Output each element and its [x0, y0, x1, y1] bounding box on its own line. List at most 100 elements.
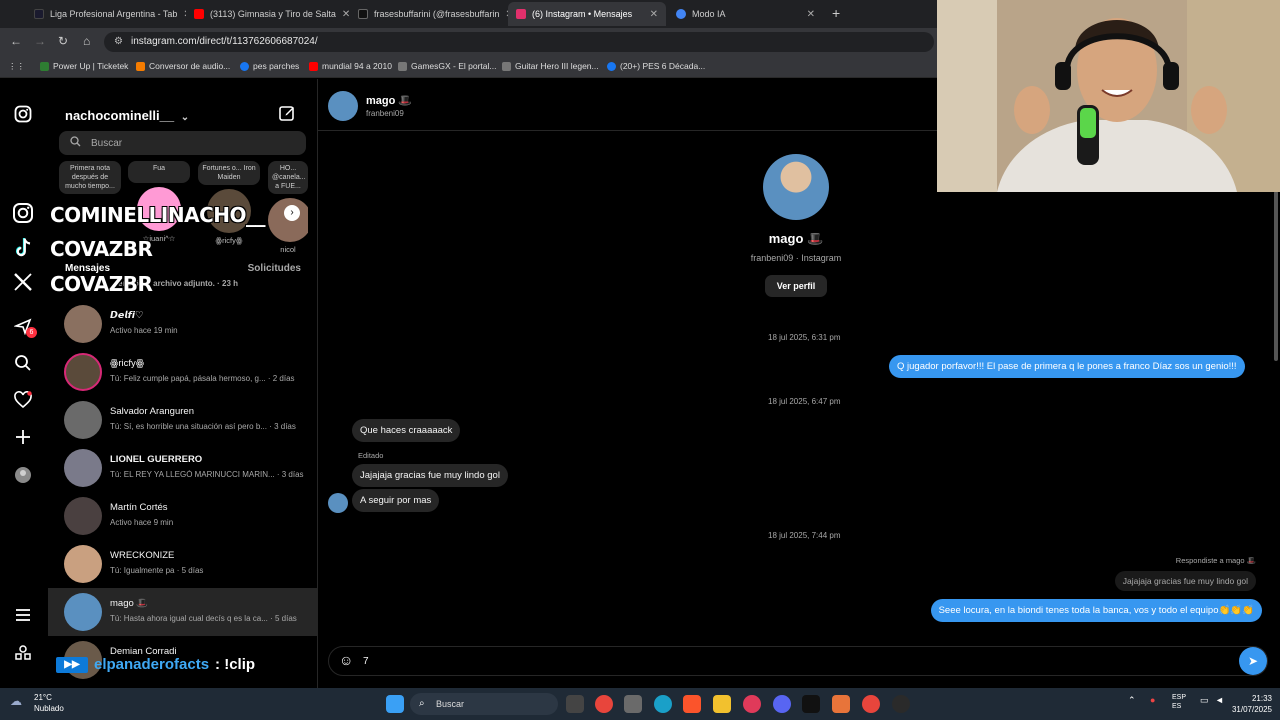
- bookmark-item[interactable]: Guitar Hero III legen...: [502, 61, 599, 71]
- heart-icon[interactable]: [14, 391, 32, 414]
- menu-icon[interactable]: [14, 606, 32, 629]
- avatar: [64, 401, 102, 439]
- weather-temp: 21°C: [34, 693, 52, 702]
- instagram-icon: [10, 202, 36, 228]
- brave-icon[interactable]: [683, 695, 701, 713]
- avatar[interactable]: [328, 91, 358, 121]
- edge-icon[interactable]: [654, 695, 672, 713]
- address-bar[interactable]: ⚙ instagram.com/direct/t/113762606687024…: [104, 32, 934, 52]
- conversation-item[interactable]: 𝘿𝙚𝙡𝙛𝙞♡ Activo hace 19 min: [48, 300, 318, 348]
- instagram-logo-icon[interactable]: [14, 105, 32, 128]
- conversation-item[interactable]: WRECKONIZE Tú: Igualmente pa · 5 días: [48, 540, 318, 588]
- conversation-item[interactable]: LIONEL GUERRERO Tú: EL REY YA LLEGÓ MARI…: [48, 444, 318, 492]
- chevron-right-icon[interactable]: ›: [284, 205, 300, 221]
- language-indicator[interactable]: ESP ES: [1172, 693, 1186, 711]
- new-tab-button[interactable]: +: [832, 5, 840, 21]
- note-item[interactable]: Primera nota después de mucho tiempo...: [59, 161, 121, 198]
- create-icon[interactable]: [14, 428, 32, 451]
- search-input[interactable]: [91, 135, 291, 151]
- forward-icon[interactable]: →: [34, 34, 46, 48]
- message-outgoing[interactable]: Q jugador porfavor!!! El pase de primera…: [889, 355, 1245, 378]
- bookmark-label: Power Up | Ticketek: [53, 61, 129, 71]
- close-icon[interactable]: ✕: [807, 9, 815, 20]
- close-icon[interactable]: ✕: [650, 9, 658, 20]
- message-incoming[interactable]: A seguir por mas: [352, 489, 440, 512]
- message-outgoing[interactable]: Seee locura, en la biondi tenes toda la …: [930, 599, 1262, 622]
- requests-link[interactable]: Solicitudes: [248, 263, 301, 274]
- compose-icon[interactable]: [278, 104, 296, 127]
- profile-name: mago 🎩: [768, 231, 824, 246]
- conversation-preview: Activo hace 19 min: [110, 326, 178, 335]
- apps-icon[interactable]: ⋮⋮: [8, 61, 25, 72]
- obs-icon[interactable]: [892, 695, 910, 713]
- bookmark-item[interactable]: mundial 94 a 2010: [309, 61, 392, 71]
- taskbar-search-label: Buscar: [436, 699, 465, 709]
- search-box[interactable]: [59, 131, 306, 155]
- edited-label: Editado: [358, 451, 384, 460]
- tab-instagram[interactable]: (6) Instagram • Mensajes ✕: [508, 2, 666, 26]
- profile-avatar-icon[interactable]: [14, 466, 32, 489]
- folder-icon[interactable]: [713, 695, 731, 713]
- conversation-preview: Tú: EL REY YA LLEGÓ MARINUCCI MARIN... ·…: [110, 470, 304, 479]
- conversation-item[interactable]: ꙮricfyꙮ Tú: Feliz cumple papá, pásala he…: [48, 348, 318, 396]
- bookmark-label: Conversor de audio...: [149, 61, 231, 71]
- task-view-icon[interactable]: [566, 695, 584, 713]
- notification-badge: 6: [26, 327, 37, 338]
- facebook-icon: [240, 61, 249, 71]
- volume-icon[interactable]: ◄: [1215, 695, 1224, 705]
- message-incoming[interactable]: Que haces craaaaack: [352, 419, 461, 442]
- conversation-item[interactable]: Salvador Aranguren Tú: Sí, es horrible u…: [48, 396, 318, 444]
- media-app-icon[interactable]: [743, 695, 761, 713]
- view-profile-button[interactable]: Ver perfil: [764, 275, 828, 297]
- microphone-icon[interactable]: ●: [1150, 695, 1155, 705]
- chevron-up-icon[interactable]: ⌃: [1128, 695, 1136, 706]
- account-switcher[interactable]: nachocominelli__ ⌄: [65, 108, 189, 123]
- bookmark-item[interactable]: pes parches: [240, 61, 299, 71]
- windows-taskbar: ☁ 21°C Nublado ⌕ Buscar ⌃ ● ESP ES ▭ ◄ 2…: [0, 688, 1280, 720]
- back-icon[interactable]: ←: [10, 34, 22, 48]
- discord-icon[interactable]: [773, 695, 791, 713]
- overlay-handle: COVAZBR: [50, 237, 153, 261]
- network-icon[interactable]: ▭: [1200, 695, 1209, 706]
- taskbar-search[interactable]: ⌕ Buscar: [410, 693, 558, 715]
- note-bubble: Primera nota después de mucho tiempo...: [59, 161, 121, 194]
- bookmark-item[interactable]: Conversor de audio...: [136, 61, 230, 71]
- profile-subtitle: franbeni09 · Instagram: [750, 253, 842, 263]
- message-input[interactable]: [363, 653, 1163, 669]
- tab-youtube[interactable]: (3113) Gimnasia y Tiro de Salta ✕: [186, 2, 350, 26]
- close-icon[interactable]: ✕: [342, 9, 350, 20]
- bookmark-item[interactable]: GamesGX - El portal...: [398, 61, 497, 71]
- avatar: [64, 449, 102, 487]
- chrome-icon[interactable]: [595, 695, 613, 713]
- tab-modo-ia[interactable]: Modo IA ✕: [668, 2, 823, 26]
- emoji-icon[interactable]: ☺: [339, 652, 353, 668]
- threads-icon[interactable]: [14, 644, 32, 667]
- tab-liga[interactable]: Liga Profesional Argentina - Tab ✕: [26, 2, 186, 26]
- clock[interactable]: 21:33 31/07/2025: [1232, 693, 1272, 715]
- cloud-app-icon[interactable]: [832, 695, 850, 713]
- conversation-item[interactable]: Martín Cortés Activo hace 9 min: [48, 492, 318, 540]
- message-composer: ☺ ➤: [328, 646, 1268, 676]
- message-incoming[interactable]: Jajajaja gracias fue muy lindo gol: [352, 464, 508, 487]
- search-icon: ⌕: [419, 698, 425, 709]
- note-bubble: Fortunes o... Iron Maiden: [198, 161, 260, 185]
- search-icon[interactable]: [14, 354, 32, 377]
- bookmark-item[interactable]: (20+) PES 6 Década...: [607, 61, 705, 71]
- send-icon[interactable]: ➤: [1239, 647, 1267, 675]
- tab-tiktok[interactable]: frasesbuffarini (@frasesbuffarin ✕: [350, 2, 508, 26]
- note-bubble: HO... @canela... a FUE...: [268, 161, 308, 194]
- bookmark-item[interactable]: Power Up | Ticketek: [40, 61, 128, 71]
- reply-quote[interactable]: Jajajaja gracias fue muy lindo gol: [1114, 571, 1256, 591]
- store-icon[interactable]: [624, 695, 642, 713]
- terminal-icon[interactable]: [802, 695, 820, 713]
- windows-start-icon[interactable]: [386, 695, 404, 713]
- chrome-icon[interactable]: [862, 695, 880, 713]
- home-icon[interactable]: ⌂: [83, 34, 90, 48]
- reload-icon[interactable]: ↻: [58, 34, 68, 48]
- chat-scrollbar[interactable]: [1274, 191, 1278, 361]
- site-info-icon[interactable]: ⚙: [114, 36, 123, 47]
- chat-contact-name[interactable]: mago 🎩: [366, 94, 412, 107]
- avatar: [64, 497, 102, 535]
- conversation-item-selected[interactable]: mago 🎩 Tú: Hasta ahora igual cual decís …: [48, 588, 318, 636]
- conversation-preview: Tú: Feliz cumple papá, pásala hermoso, g…: [110, 374, 295, 383]
